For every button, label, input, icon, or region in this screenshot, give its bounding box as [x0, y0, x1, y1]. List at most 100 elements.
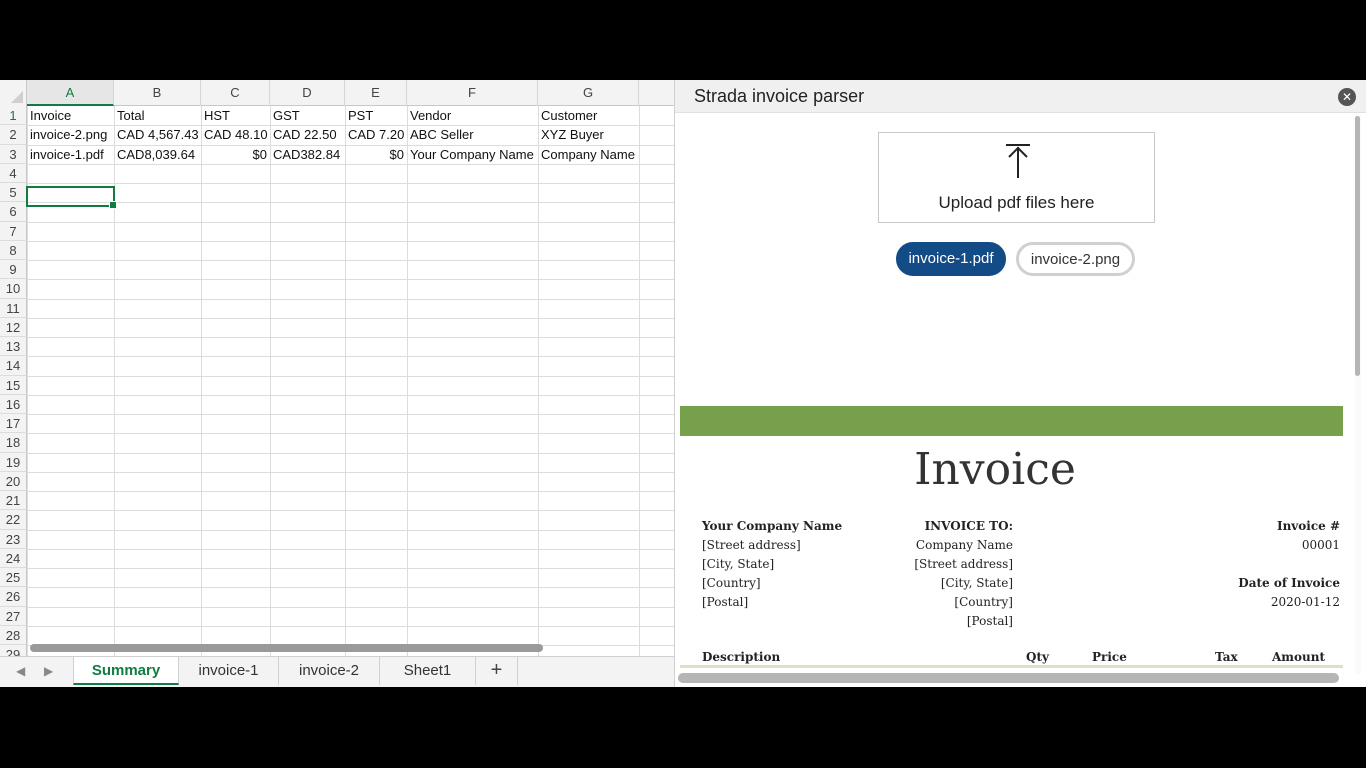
panel-vertical-scrollbar[interactable]: [1355, 116, 1360, 376]
cell-f3[interactable]: Your Company Name: [407, 145, 538, 164]
row-header-12[interactable]: 12: [0, 317, 27, 337]
grid-row-line: [27, 452, 674, 454]
file-chip-invoice-2[interactable]: invoice-2.png: [1016, 242, 1135, 276]
row-header-26[interactable]: 26: [0, 587, 27, 607]
screen: ABCDEFG 1 2 3 4 5 6 7 8 9 10 11 12 13 14 15 16 17 18 19 20 2…: [0, 80, 1366, 687]
grid-row-line: [27, 260, 674, 261]
row-header-22[interactable]: 22: [0, 510, 27, 530]
grid-row-line: [27, 337, 674, 338]
cell-b3[interactable]: CAD8,039.64: [114, 145, 201, 164]
row-header-23[interactable]: 23: [0, 529, 27, 549]
row-header-4[interactable]: 4: [0, 163, 27, 183]
horizontal-scrollbar[interactable]: [30, 644, 543, 652]
row-header-17[interactable]: 17: [0, 414, 27, 434]
upload-arrow-icon: [1006, 144, 1030, 178]
cell-d3[interactable]: CAD382.84: [270, 145, 345, 164]
row-header-29[interactable]: 29: [0, 645, 27, 656]
tab-summary[interactable]: Summary: [73, 657, 179, 685]
cell-a3[interactable]: invoice-1.pdf: [27, 145, 114, 164]
cell-e2[interactable]: CAD 7.20: [345, 125, 407, 144]
row-header-28[interactable]: 28: [0, 625, 27, 645]
grid-row-line: [27, 510, 674, 512]
row-header-19[interactable]: 19: [0, 452, 27, 472]
row-header-1[interactable]: 1: [0, 106, 27, 126]
column-header-b[interactable]: B: [114, 80, 201, 106]
row-header-24[interactable]: 24: [0, 548, 27, 568]
row-header-16[interactable]: 16: [0, 394, 27, 414]
row-header-15[interactable]: 15: [0, 375, 27, 395]
sheet-tab-bar: ◀ ▶ Summary invoice-1 invoice-2 Sheet1 +: [0, 656, 674, 687]
upload-dropzone[interactable]: Upload pdf files here: [878, 132, 1155, 223]
column-header-g[interactable]: G: [538, 80, 639, 106]
cell-g1[interactable]: Customer: [538, 106, 639, 125]
tab-invoice-1[interactable]: invoice-1: [179, 657, 279, 685]
row-header-11[interactable]: 11: [0, 298, 27, 318]
invoice-number: 00001: [1301, 538, 1340, 552]
grid-row-line: [27, 568, 674, 569]
close-icon[interactable]: ✕: [1338, 88, 1356, 106]
grid-column-line: [345, 106, 346, 656]
select-all-corner[interactable]: [0, 80, 27, 106]
tab-next-icon[interactable]: ▶: [44, 664, 53, 678]
panel-header: Strada invoice parser ✕: [675, 80, 1366, 113]
invoice-accent-bar: [680, 406, 1343, 436]
column-header-f[interactable]: F: [407, 80, 538, 106]
cell-e3[interactable]: $0: [345, 145, 407, 164]
column-header-c[interactable]: C: [201, 80, 270, 106]
header-tax: Tax: [1215, 650, 1238, 664]
grid-row-line: [27, 587, 674, 589]
cell-g3[interactable]: Company Name: [538, 145, 639, 164]
cell-f1[interactable]: Vendor: [407, 106, 538, 125]
column-header-e[interactable]: E: [345, 80, 407, 106]
cell-a2[interactable]: invoice-2.png: [27, 125, 114, 144]
row-header-25[interactable]: 25: [0, 568, 27, 588]
from-street: [Street address]: [702, 538, 801, 552]
row-header-20[interactable]: 20: [0, 471, 27, 491]
invoice-to-heading: INVOICE TO:: [924, 519, 1013, 533]
add-sheet-button[interactable]: +: [476, 657, 518, 685]
to-company: Company Name: [915, 538, 1013, 552]
tab-sheet1[interactable]: Sheet1: [380, 657, 476, 685]
row-header-6[interactable]: 6: [0, 202, 27, 222]
selected-cell-outline: [26, 186, 117, 209]
cell-g2[interactable]: XYZ Buyer: [538, 125, 639, 144]
cell-a1[interactable]: Invoice: [27, 106, 114, 125]
row-header-5[interactable]: 5: [0, 183, 27, 203]
cell-d1[interactable]: GST: [270, 106, 345, 125]
tab-invoice-2[interactable]: invoice-2: [279, 657, 380, 685]
row-header-10[interactable]: 10: [0, 279, 27, 299]
row-header-27[interactable]: 27: [0, 606, 27, 626]
column-header-d[interactable]: D: [270, 80, 345, 106]
row-header-2[interactable]: 2: [0, 125, 27, 145]
cell-d2[interactable]: CAD 22.50: [270, 125, 345, 144]
panel-horizontal-scrollbar[interactable]: [678, 673, 1339, 683]
grid-row-line: [27, 471, 674, 473]
cell-f2[interactable]: ABC Seller: [407, 125, 538, 144]
cell-grid[interactable]: ABCDEFG 1 2 3 4 5 6 7 8 9 10 11 12 13 14 15 16 17 18 19 20 2…: [0, 80, 674, 656]
file-chip-invoice-1[interactable]: invoice-1.pdf: [896, 242, 1006, 276]
grid-row-line: [27, 414, 674, 415]
grid-row-line: [27, 491, 674, 492]
invoice-title: Invoice: [914, 444, 1076, 495]
row-header-18[interactable]: 18: [0, 433, 27, 453]
header-description: Description: [702, 650, 781, 664]
cell-c2[interactable]: CAD 48.10: [201, 125, 270, 144]
to-postal: [Postal]: [966, 614, 1013, 628]
row-header-13[interactable]: 13: [0, 337, 27, 357]
cell-b1[interactable]: Total: [114, 106, 201, 125]
cell-e1[interactable]: PST: [345, 106, 407, 125]
cell-c1[interactable]: HST: [201, 106, 270, 125]
invoice-date: 2020-01-12: [1270, 595, 1340, 609]
row-header-9[interactable]: 9: [0, 260, 27, 280]
cell-c3[interactable]: $0: [201, 145, 270, 164]
to-country: [Country]: [954, 595, 1013, 609]
tab-prev-icon[interactable]: ◀: [16, 664, 25, 678]
row-header-3[interactable]: 3: [0, 144, 27, 164]
column-header-a[interactable]: A: [27, 80, 114, 106]
row-header-21[interactable]: 21: [0, 491, 27, 511]
to-city: [City, State]: [940, 576, 1013, 590]
cell-b2[interactable]: CAD 4,567.43: [114, 125, 201, 144]
row-header-8[interactable]: 8: [0, 240, 27, 260]
row-header-14[interactable]: 14: [0, 356, 27, 376]
row-header-7[interactable]: 7: [0, 221, 27, 241]
